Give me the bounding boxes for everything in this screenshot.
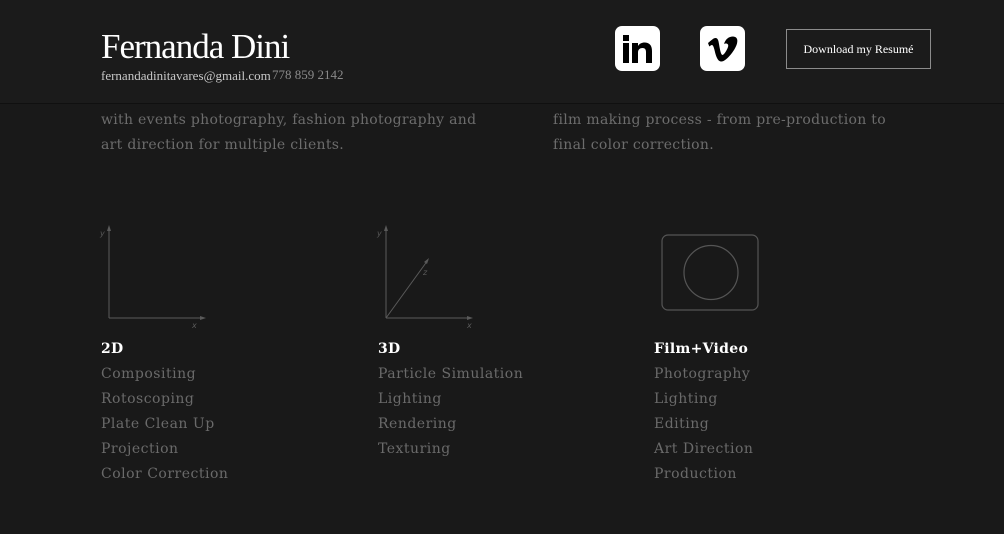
skill-item: Photography xyxy=(654,366,751,382)
skill-item: Editing xyxy=(654,416,710,432)
vimeo-link[interactable] xyxy=(700,26,745,71)
skill-item: Projection xyxy=(101,441,179,457)
skills-film-video-title: Film+Video xyxy=(654,341,749,357)
skill-item: Rendering xyxy=(378,416,457,432)
z-axis-label: z xyxy=(422,268,428,277)
skill-item: Plate Clean Up xyxy=(101,416,215,432)
skill-item: Rotoscoping xyxy=(101,391,195,407)
skill-item: Production xyxy=(654,466,737,482)
skill-item: Lighting xyxy=(378,391,442,407)
skills-2d-column: 2D Compositing Rotoscoping Plate Clean U… xyxy=(101,337,228,487)
intro-text-left: with events photography, fashion photogr… xyxy=(101,112,477,153)
2d-axes-illustration: y x xyxy=(99,225,206,330)
linkedin-link[interactable] xyxy=(615,26,660,71)
skills-3d-column: 3D Particle Simulation Lighting Renderin… xyxy=(378,337,523,462)
skill-item: Color Correction xyxy=(101,466,229,482)
skill-item: Texturing xyxy=(378,441,451,457)
3d-axes-illustration: y z x xyxy=(376,225,473,330)
skills-2d-title: 2D xyxy=(101,341,124,357)
x-axis-label: x xyxy=(466,321,472,330)
skills-film-video-column: Film+Video Photography Lighting Editing … xyxy=(654,337,753,487)
x-axis-label: x xyxy=(191,321,197,330)
skill-item: Particle Simulation xyxy=(378,366,524,382)
linkedin-icon xyxy=(623,35,652,63)
skill-item: Lighting xyxy=(654,391,718,407)
email-address[interactable]: fernandadinitavares@gmail.com xyxy=(101,68,271,84)
download-resume-button[interactable]: Download my Resumé xyxy=(786,29,931,69)
site-header: Fernanda Dini fernandadinitavares@gmail.… xyxy=(0,0,1004,104)
skills-3d-title: 3D xyxy=(378,341,401,357)
vimeo-icon xyxy=(708,36,738,62)
y-axis-label: y xyxy=(376,229,382,238)
y-axis-label: y xyxy=(99,229,105,238)
skill-item: Compositing xyxy=(101,366,197,382)
intro-text-right: film making process - from pre-productio… xyxy=(553,112,886,153)
camera-lens-icon xyxy=(661,234,759,311)
skill-item: Art Direction xyxy=(654,441,754,457)
site-owner-name[interactable]: Fernanda Dini xyxy=(101,27,290,67)
phone-number: 778 859 2142 xyxy=(272,67,344,82)
